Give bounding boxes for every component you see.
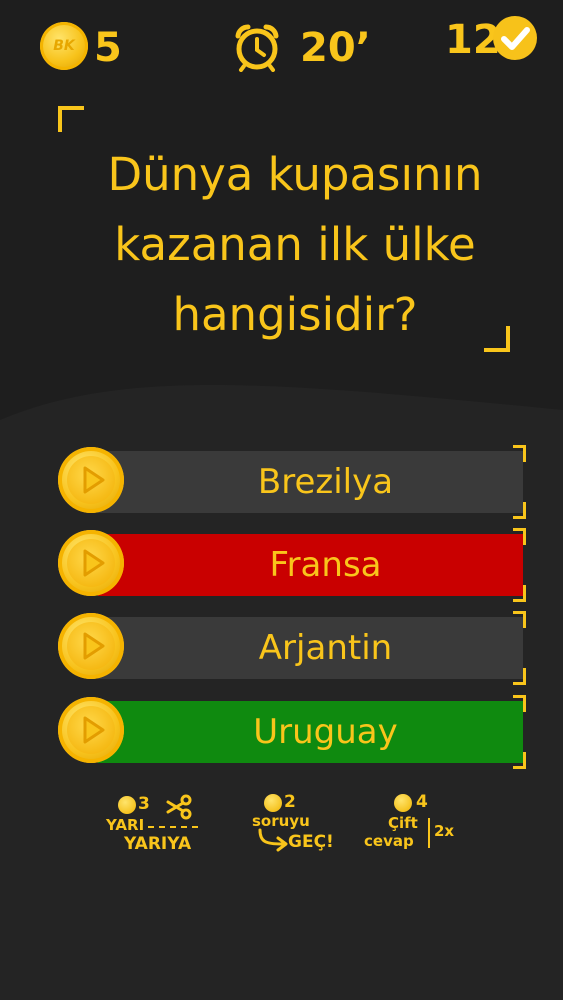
joker-line1: YARI bbox=[106, 816, 145, 834]
mini-coin-icon bbox=[394, 794, 412, 812]
answer-bar[interactable]: Brezilya bbox=[98, 451, 523, 513]
joker-cost: 4 bbox=[416, 792, 428, 812]
coin-icon: BK bbox=[40, 22, 88, 70]
question-line: kazanan ilk ülke bbox=[114, 218, 476, 271]
mini-coin-icon bbox=[264, 794, 282, 812]
joker-line2: cevap bbox=[364, 832, 414, 850]
play-coin-icon bbox=[58, 447, 124, 513]
coin-count: 5 bbox=[94, 25, 122, 71]
joker-cost: 2 bbox=[284, 792, 296, 812]
timer-value: 20’ bbox=[300, 25, 371, 71]
answer-option-fransa[interactable]: Fransa bbox=[58, 528, 528, 602]
alarm-clock-icon bbox=[235, 24, 279, 72]
answer-bracket bbox=[513, 502, 526, 519]
question-text: Dünya kupasının kazanan ilk ülke hangisi… bbox=[60, 140, 530, 350]
joker-line2: YARIYA bbox=[124, 834, 192, 854]
answer-bracket bbox=[513, 695, 526, 712]
divider bbox=[428, 818, 430, 848]
play-coin-icon bbox=[58, 697, 124, 763]
answer-label: Uruguay bbox=[253, 712, 398, 752]
joker-skip-button[interactable]: 2 soruyu GEÇ! bbox=[252, 792, 347, 857]
joker-line2: GEÇ! bbox=[288, 832, 334, 852]
play-coin-icon bbox=[58, 613, 124, 679]
answer-label: Fransa bbox=[269, 545, 382, 585]
answer-bracket bbox=[513, 611, 526, 628]
joker-half-button[interactable]: 3 YARI YARIYA bbox=[106, 792, 206, 857]
joker-badge: 2x bbox=[434, 822, 455, 840]
play-coin-icon bbox=[58, 530, 124, 596]
mini-coin-icon bbox=[118, 796, 136, 814]
question-frame-corner-bottom bbox=[484, 326, 510, 352]
joker-double-button[interactable]: 4 Çift cevap 2x bbox=[364, 792, 464, 857]
dashed-line bbox=[148, 826, 198, 828]
joker-cost: 3 bbox=[138, 794, 150, 814]
scissors-icon bbox=[166, 794, 192, 820]
answer-bracket bbox=[513, 528, 526, 545]
arrow-icon bbox=[258, 828, 288, 852]
answer-bracket bbox=[513, 752, 526, 769]
answer-bracket bbox=[513, 668, 526, 685]
question-line: Dünya kupasının bbox=[107, 148, 483, 201]
answer-option-uruguay[interactable]: Uruguay bbox=[58, 695, 528, 769]
answer-option-arjantin[interactable]: Arjantin bbox=[58, 611, 528, 685]
question-line: hangisidir? bbox=[172, 288, 418, 341]
answer-bracket bbox=[513, 585, 526, 602]
coin-label: BK bbox=[53, 38, 75, 54]
answer-bracket bbox=[513, 445, 526, 462]
answer-bar[interactable]: Uruguay bbox=[98, 701, 523, 763]
answer-bar[interactable]: Arjantin bbox=[98, 617, 523, 679]
top-hud: BK 5 20’ 12 bbox=[0, 0, 563, 90]
answer-option-brezilya[interactable]: Brezilya bbox=[58, 445, 528, 519]
answer-bar[interactable]: Fransa bbox=[98, 534, 523, 596]
answer-label: Arjantin bbox=[258, 628, 393, 668]
check-icon bbox=[493, 16, 537, 60]
answer-label: Brezilya bbox=[257, 462, 394, 502]
joker-line1: Çift bbox=[388, 814, 418, 832]
question-frame-corner-top bbox=[58, 106, 84, 132]
